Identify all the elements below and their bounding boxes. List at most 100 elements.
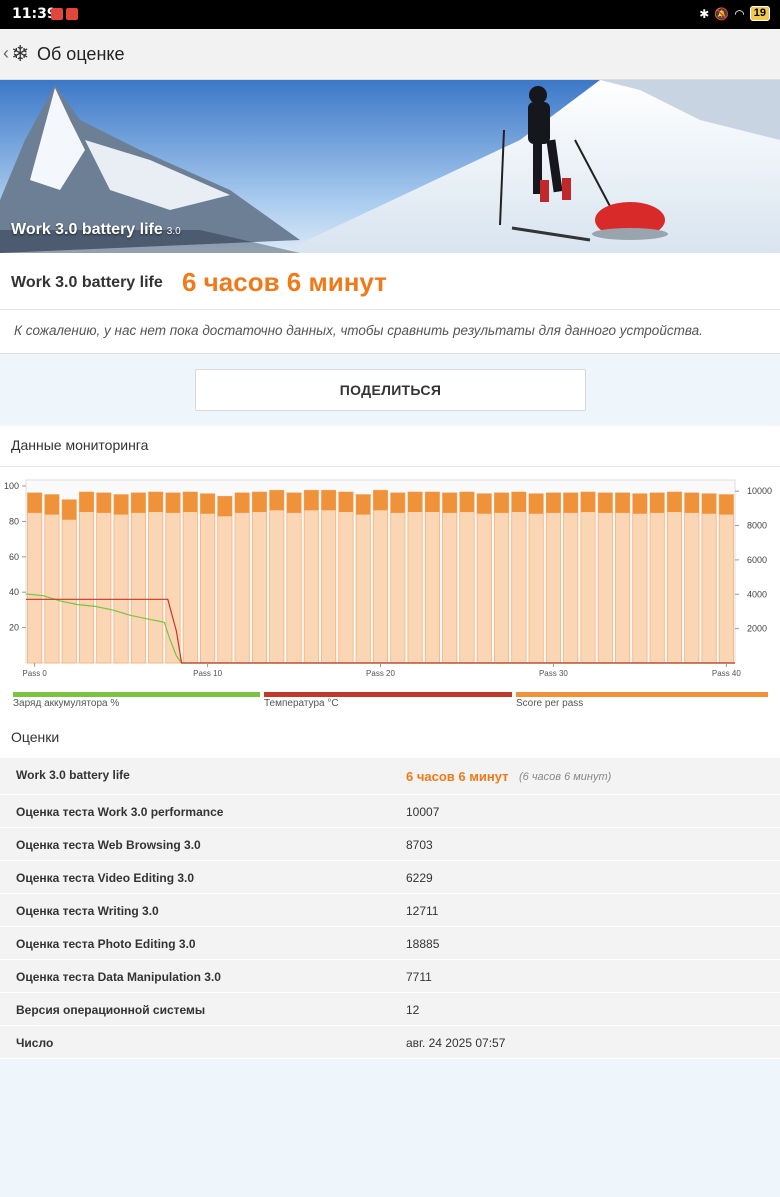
right-axis-tick-label: 10000 xyxy=(747,486,772,496)
score-bar-cap xyxy=(200,493,215,514)
score-bar-cap xyxy=(373,490,388,511)
share-button[interactable]: ПОДЕЛИТЬСЯ xyxy=(195,369,586,411)
result-test-name: Work 3.0 battery life xyxy=(11,274,163,291)
x-axis-tick-label: Pass 30 xyxy=(539,669,568,678)
score-bar xyxy=(528,493,544,664)
score-bar-cap xyxy=(113,494,129,515)
score-bar xyxy=(303,489,319,664)
left-axis-tick-label: 60 xyxy=(9,552,19,562)
left-axis-tick-label: 80 xyxy=(9,516,19,526)
score-bar xyxy=(27,492,43,664)
result-panel: Work 3.0 battery life 6 часов 6 минут К … xyxy=(0,253,780,354)
row-value: 10007 xyxy=(406,805,440,819)
score-bar xyxy=(44,494,60,664)
score-bar-cap xyxy=(79,492,94,513)
score-bar xyxy=(666,491,683,664)
bluetooth-icon: ✱ xyxy=(699,6,710,21)
comparison-note: К сожалению, у нас нет пока достаточно д… xyxy=(14,323,703,338)
score-bar-cap xyxy=(528,493,544,514)
row-value: 12 xyxy=(406,1003,420,1017)
score-bar xyxy=(217,495,233,664)
scores-section-header: Оценки xyxy=(0,717,780,758)
row-label: Число xyxy=(16,1036,54,1050)
monitoring-panel: Данные мониторинга 20 40 60 80 100 2000 4000 60… xyxy=(0,426,780,717)
row-label: Оценка теста Video Editing 3.0 xyxy=(16,871,195,885)
score-bar xyxy=(459,491,475,664)
score-bar-cap xyxy=(390,492,405,513)
score-bar xyxy=(511,491,527,664)
scores-table: Work 3.0 battery life 6 часов 6 минут (6… xyxy=(0,758,780,1059)
table-row: Число авг. 24 2025 07:57 xyxy=(0,1026,780,1059)
score-bar-cap xyxy=(477,493,492,514)
score-bar-cap xyxy=(62,499,77,520)
left-axis-tick-label: 100 xyxy=(4,481,19,491)
left-axis-tick-label: 40 xyxy=(9,587,19,597)
row-label: Work 3.0 battery life xyxy=(16,768,130,782)
score-bar xyxy=(96,492,112,664)
wifi-icon: ◠ xyxy=(734,6,745,21)
table-row: Оценка теста Photo Editing 3.0 18885 xyxy=(0,927,780,960)
score-bar-cap xyxy=(183,492,198,513)
hero-version: 3.0 xyxy=(166,226,181,237)
score-bar xyxy=(321,489,337,664)
score-bar-cap xyxy=(511,492,526,513)
hero-label: Work 3.0 battery life 3.0 xyxy=(11,221,181,239)
right-axis-tick-label: 6000 xyxy=(747,555,767,565)
score-bar xyxy=(355,494,371,664)
right-axis-tick-label: 2000 xyxy=(747,624,767,634)
result-value: 6 часов 6 минут xyxy=(182,267,387,297)
page-title: Об оценке xyxy=(37,44,125,64)
scores-title: Оценки xyxy=(11,729,60,745)
score-bar xyxy=(476,493,492,664)
legend-battery-swatch xyxy=(13,692,260,697)
score-bar-cap xyxy=(546,492,561,513)
score-bar-cap xyxy=(235,492,250,513)
score-bar-cap xyxy=(425,492,440,513)
score-bar-cap xyxy=(719,494,734,515)
score-bar xyxy=(563,492,579,664)
legend-score-swatch xyxy=(516,692,768,697)
row-label: Версия операционной системы xyxy=(16,1003,206,1017)
back-icon[interactable]: ‹ xyxy=(3,43,9,64)
x-axis-tick-label: Pass 0 xyxy=(22,669,47,678)
table-row: Оценка теста Work 3.0 performance 10007 xyxy=(0,795,780,828)
battery-icon: 19 xyxy=(749,6,770,21)
x-axis-tick-label: Pass 10 xyxy=(193,669,222,678)
right-axis-tick-label: 8000 xyxy=(747,521,767,531)
score-bar xyxy=(632,493,648,664)
score-bar xyxy=(390,492,406,664)
table-row: Оценка теста Writing 3.0 12711 xyxy=(0,894,780,927)
score-bar-cap xyxy=(96,492,111,513)
score-bar xyxy=(545,492,561,664)
table-row: Оценка теста Web Browsing 3.0 8703 xyxy=(0,828,780,861)
score-bar xyxy=(442,492,458,664)
score-bar-cap xyxy=(615,492,630,513)
divider xyxy=(0,466,780,467)
monitoring-chart: 20 40 60 80 100 2000 4000 6000 8000 10000 Pass 0 Pa… xyxy=(4,479,772,678)
score-bar-cap xyxy=(580,492,596,513)
row-label: Оценка теста Web Browsing 3.0 xyxy=(16,838,201,852)
score-bar-cap xyxy=(338,492,354,513)
score-bar-cap xyxy=(407,492,423,513)
row-value: 12711 xyxy=(406,904,439,918)
score-bar xyxy=(61,499,77,664)
legend-temperature-label: Температура °C xyxy=(264,698,339,709)
score-bar-cap xyxy=(321,490,336,511)
score-bar-cap xyxy=(598,492,613,513)
score-bar xyxy=(338,491,354,664)
score-bar xyxy=(286,492,302,664)
mute-icon: 🔕 xyxy=(714,6,730,21)
score-bar-cap xyxy=(494,492,509,513)
score-bar-cap xyxy=(684,492,699,513)
status-time: 11:39 xyxy=(12,6,57,22)
row-value: 8703 xyxy=(406,838,433,852)
score-bar-cap xyxy=(286,492,302,513)
score-bar xyxy=(580,491,596,664)
row-value: 18885 xyxy=(406,937,440,951)
score-bar xyxy=(269,489,285,664)
score-bar xyxy=(130,492,146,664)
score-bar xyxy=(372,489,389,664)
score-bar-cap xyxy=(667,492,682,513)
score-bar xyxy=(148,491,164,664)
hero-test-name: Work 3.0 battery life xyxy=(11,221,163,238)
